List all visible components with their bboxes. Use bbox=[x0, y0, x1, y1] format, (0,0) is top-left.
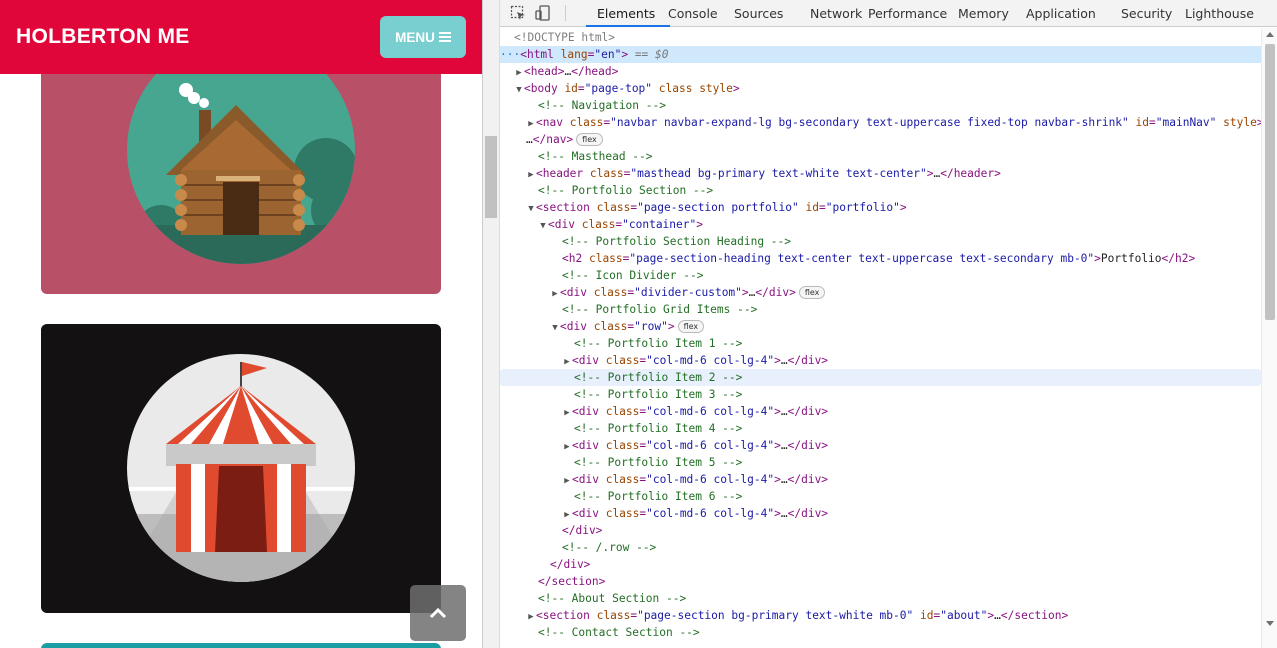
dom-line-div-close[interactable]: </div> bbox=[500, 556, 1261, 573]
elements-tree: <!DOCTYPE html> ···<html lang="en"> == $… bbox=[500, 28, 1261, 648]
dom-line-div-close[interactable]: </div> bbox=[500, 522, 1261, 539]
dom-line-comment[interactable]: <!-- About Section --> bbox=[500, 590, 1261, 607]
devtools-tabbar: Elements Console Sources Network Perform… bbox=[500, 0, 1277, 27]
scroll-to-top-button[interactable] bbox=[410, 585, 466, 641]
dom-line-col[interactable]: ▶ <div class="col-md-6 col-lg-4">…</div> bbox=[500, 352, 1261, 369]
devtools-panel: Elements Console Sources Network Perform… bbox=[483, 0, 1277, 648]
dom-line-comment[interactable]: <!-- Portfolio Grid Items --> bbox=[500, 301, 1261, 318]
flex-badge[interactable]: flex bbox=[677, 320, 705, 333]
dom-line-comment-hovered[interactable]: <!-- Portfolio Item 2 --> bbox=[500, 369, 1261, 386]
dom-line-divider[interactable]: ▶ <div class="divider-custom">…</div> flex bbox=[500, 284, 1261, 301]
tab-separator bbox=[565, 5, 566, 21]
menu-button-label: MENU bbox=[395, 29, 435, 45]
hamburger-icon bbox=[438, 32, 451, 42]
dom-line-col[interactable]: ▶ <div class="col-md-6 col-lg-4">…</div> bbox=[500, 437, 1261, 454]
dom-line-container[interactable]: ▼ <div class="container"> bbox=[500, 216, 1261, 233]
dom-line-comment[interactable]: <!-- Portfolio Section --> bbox=[500, 182, 1261, 199]
tab-elements[interactable]: Elements bbox=[597, 0, 655, 27]
tab-memory[interactable]: Memory bbox=[958, 0, 1009, 27]
page-scrollbar-thumb[interactable] bbox=[485, 136, 497, 218]
flex-badge[interactable]: flex bbox=[576, 133, 603, 146]
dom-line-h2[interactable]: <h2 class="page-section-heading text-cen… bbox=[500, 250, 1261, 267]
portfolio-item-next[interactable] bbox=[41, 643, 441, 648]
dom-line-nav[interactable]: ▶ <nav class="navbar navbar-expand-lg bg-… bbox=[500, 114, 1261, 131]
tab-network[interactable]: Network bbox=[810, 0, 862, 27]
dom-line-doctype[interactable]: <!DOCTYPE html> bbox=[500, 29, 1261, 46]
dom-line-section-about[interactable]: ▶ <section class="page-section bg-primary… bbox=[500, 607, 1261, 624]
scroll-up-arrow-icon[interactable] bbox=[1266, 32, 1274, 37]
flex-badge[interactable]: flex bbox=[798, 286, 826, 299]
dom-line-comment[interactable]: <!-- Navigation --> bbox=[500, 97, 1261, 114]
chevron-up-icon bbox=[429, 607, 447, 619]
tab-lighthouse[interactable]: Lighthouse bbox=[1185, 0, 1254, 27]
active-tab-indicator bbox=[586, 25, 670, 27]
website-viewport: HOLBERTON ME MENU bbox=[0, 0, 482, 648]
portfolio-item-cabin[interactable] bbox=[41, 40, 441, 294]
scroll-down-arrow-icon[interactable] bbox=[1266, 621, 1274, 626]
tab-performance[interactable]: Performance bbox=[868, 0, 947, 27]
dom-line-section-close[interactable]: </section> bbox=[500, 573, 1261, 590]
dom-line-comment[interactable]: <!-- Portfolio Item 1 --> bbox=[500, 335, 1261, 352]
dom-line-comment[interactable]: <!-- /.row --> bbox=[500, 539, 1261, 556]
circus-tent-illustration bbox=[127, 354, 355, 582]
dom-line-col[interactable]: ▶ <div class="col-md-6 col-lg-4">…</div> bbox=[500, 471, 1261, 488]
site-navbar: HOLBERTON ME MENU bbox=[0, 0, 482, 74]
tab-sources[interactable]: Sources bbox=[734, 0, 783, 27]
dom-line-html[interactable]: ···<html lang="en"> == $0 bbox=[500, 46, 1261, 63]
dom-line-comment[interactable]: <!-- Icon Divider --> bbox=[500, 267, 1261, 284]
dom-line-comment[interactable]: <!-- Masthead --> bbox=[500, 148, 1261, 165]
more-actions-icon[interactable]: ··· bbox=[500, 48, 520, 61]
dom-line-row[interactable]: ▼ <div class="row"> flex bbox=[500, 318, 1261, 335]
dom-line-section[interactable]: ▼ <section class="page-section portfolio"… bbox=[500, 199, 1261, 216]
portfolio-item-circus[interactable] bbox=[41, 324, 441, 613]
elements-scrollbar[interactable] bbox=[1261, 28, 1277, 648]
tab-application[interactable]: Application bbox=[1026, 0, 1096, 27]
dom-line-comment[interactable]: <!-- Contact Section --> bbox=[500, 624, 1261, 641]
elements-scrollbar-thumb[interactable] bbox=[1265, 44, 1275, 320]
dom-line-comment[interactable]: <!-- Portfolio Item 6 --> bbox=[500, 488, 1261, 505]
cabin-illustration bbox=[127, 40, 355, 264]
dom-line-col[interactable]: ▶ <div class="col-md-6 col-lg-4">…</div> bbox=[500, 505, 1261, 522]
inspect-element-icon[interactable] bbox=[510, 5, 526, 21]
page-scrollbar[interactable] bbox=[483, 0, 500, 648]
dom-line-comment[interactable]: <!-- Portfolio Item 4 --> bbox=[500, 420, 1261, 437]
dom-line-comment[interactable]: <!-- Portfolio Item 3 --> bbox=[500, 386, 1261, 403]
dom-line-comment[interactable]: <!-- Portfolio Section Heading --> bbox=[500, 233, 1261, 250]
dom-line-col[interactable]: ▶ <div class="col-md-6 col-lg-4">…</div> bbox=[500, 403, 1261, 420]
site-brand[interactable]: HOLBERTON ME bbox=[16, 25, 190, 49]
dom-line-header[interactable]: ▶ <header class="masthead bg-primary text… bbox=[500, 165, 1261, 182]
dom-line-head[interactable]: ▶ <head>…</head> bbox=[500, 63, 1261, 80]
dom-line-comment[interactable]: <!-- Portfolio Item 5 --> bbox=[500, 454, 1261, 471]
menu-button[interactable]: MENU bbox=[380, 16, 466, 58]
device-toolbar-icon[interactable] bbox=[535, 5, 551, 21]
dom-line-nav-close[interactable]: …</nav> flex bbox=[500, 131, 1261, 148]
dom-line-body[interactable]: ▼ <body id="page-top" class style> bbox=[500, 80, 1261, 97]
tab-security[interactable]: Security bbox=[1121, 0, 1172, 27]
tab-console[interactable]: Console bbox=[668, 0, 718, 27]
